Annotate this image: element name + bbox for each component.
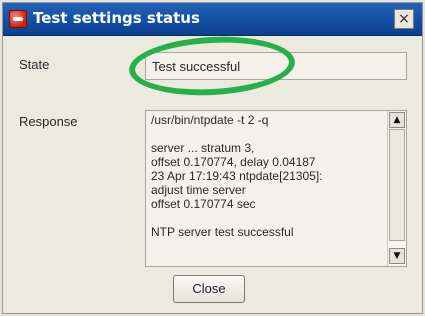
response-line: offset 0.170774, delay 0.04187	[151, 155, 316, 169]
scroll-up-arrow-icon[interactable]: ▲	[389, 112, 405, 128]
response-line: server ... stratum 3,	[151, 141, 255, 155]
state-label: State	[19, 57, 50, 72]
response-scrollbar[interactable]: ▲ ▼	[387, 111, 406, 266]
app-icon	[9, 10, 27, 28]
response-text: /usr/bin/ntpdate -t 2 -q server ... stra…	[151, 113, 387, 239]
titlebar[interactable]: Test settings status ×	[3, 3, 422, 36]
scroll-thumb[interactable]	[389, 129, 405, 241]
response-line	[151, 211, 387, 225]
response-line	[151, 127, 387, 141]
scroll-down-arrow-icon[interactable]: ▼	[389, 248, 405, 264]
window-close-button[interactable]: ×	[394, 9, 414, 29]
close-button[interactable]: Close	[173, 275, 245, 303]
response-line: 23 Apr 17:19:43 ntpdate[21305]:	[151, 169, 323, 183]
window-title: Test settings status	[33, 9, 200, 27]
response-label: Response	[19, 114, 78, 129]
dialog-window: Test settings status × State Test succes…	[2, 2, 423, 314]
response-line: /usr/bin/ntpdate -t 2 -q	[151, 113, 269, 127]
response-line: adjust time server	[151, 183, 246, 197]
response-line: offset 0.170774 sec	[151, 197, 256, 211]
state-field: Test successful	[145, 52, 407, 80]
response-textbox[interactable]: /usr/bin/ntpdate -t 2 -q server ... stra…	[145, 110, 407, 267]
response-line: NTP server test successful	[151, 225, 294, 239]
